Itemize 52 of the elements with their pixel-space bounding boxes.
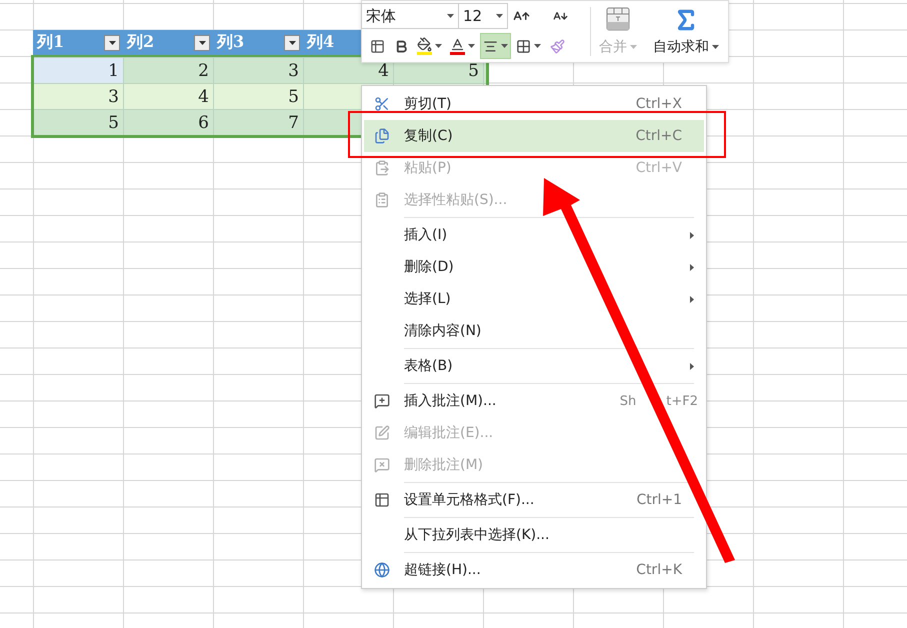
filter-button[interactable] xyxy=(104,34,120,50)
caret-icon xyxy=(198,40,206,44)
note-plus-icon xyxy=(374,393,390,409)
menu-item[interactable]: 插入批注(M)... Sh t+F2 xyxy=(364,385,704,417)
table-icon xyxy=(374,492,390,508)
font-color-icon xyxy=(450,37,465,55)
menu-item[interactable]: 从下拉列表中选择(K)... xyxy=(364,519,704,551)
table-cell: 7 xyxy=(214,110,304,135)
menu-item[interactable]: 剪切(T) Ctrl+X xyxy=(364,88,704,120)
menu-item[interactable]: 选择(L) xyxy=(364,283,704,315)
clipboard-icon xyxy=(374,192,390,208)
caret-icon xyxy=(630,45,637,49)
table-cell: 1 xyxy=(34,58,124,83)
shortcut-text: t+F2 xyxy=(666,394,698,408)
caret-icon xyxy=(496,14,503,18)
scissors-icon xyxy=(374,96,390,112)
menu-item[interactable]: 删除(D) xyxy=(364,251,704,283)
column-header: 列2 xyxy=(127,32,154,53)
table-cell: 5 xyxy=(34,110,124,135)
column-header: 列4 xyxy=(307,32,334,53)
globe-icon xyxy=(374,562,390,578)
note-edit-icon xyxy=(374,425,390,441)
table-cell: 6 xyxy=(124,110,214,135)
caret-icon xyxy=(435,44,442,48)
caret-icon xyxy=(108,40,116,44)
copy-icon xyxy=(374,128,390,144)
borders-icon xyxy=(516,38,531,54)
menu-item[interactable]: 插入(I) xyxy=(364,219,704,251)
font-field[interactable]: 宋体 xyxy=(361,3,459,29)
filter-button[interactable] xyxy=(194,34,210,50)
autosum-button[interactable]: 自动求和 xyxy=(649,7,723,56)
note-delete-icon xyxy=(374,457,390,473)
column-header: 列3 xyxy=(217,32,244,53)
clipboard-icon xyxy=(374,160,390,176)
caret-icon xyxy=(712,45,719,49)
menu-item[interactable]: 复制(C) Ctrl+C xyxy=(364,120,704,152)
caret-icon xyxy=(447,14,454,18)
align-center-button[interactable] xyxy=(480,33,511,59)
align-center-icon xyxy=(483,38,498,54)
paint-bucket-icon xyxy=(417,37,432,55)
font-size-field[interactable]: 12 xyxy=(458,3,508,29)
caret-icon xyxy=(288,40,296,44)
menu-item[interactable]: 表格(B) xyxy=(364,350,704,382)
caret-icon xyxy=(534,44,541,48)
caret-icon xyxy=(501,44,508,48)
merge-cells-icon xyxy=(606,7,630,31)
filter-button[interactable] xyxy=(284,34,300,50)
shortcut-text: Sh xyxy=(620,394,636,408)
menu-item[interactable]: 清除内容(N) xyxy=(364,315,704,347)
menu-item[interactable]: 超链接(H)... Ctrl+K xyxy=(364,554,704,586)
column-header: 列1 xyxy=(37,32,64,53)
caret-icon xyxy=(468,44,475,48)
